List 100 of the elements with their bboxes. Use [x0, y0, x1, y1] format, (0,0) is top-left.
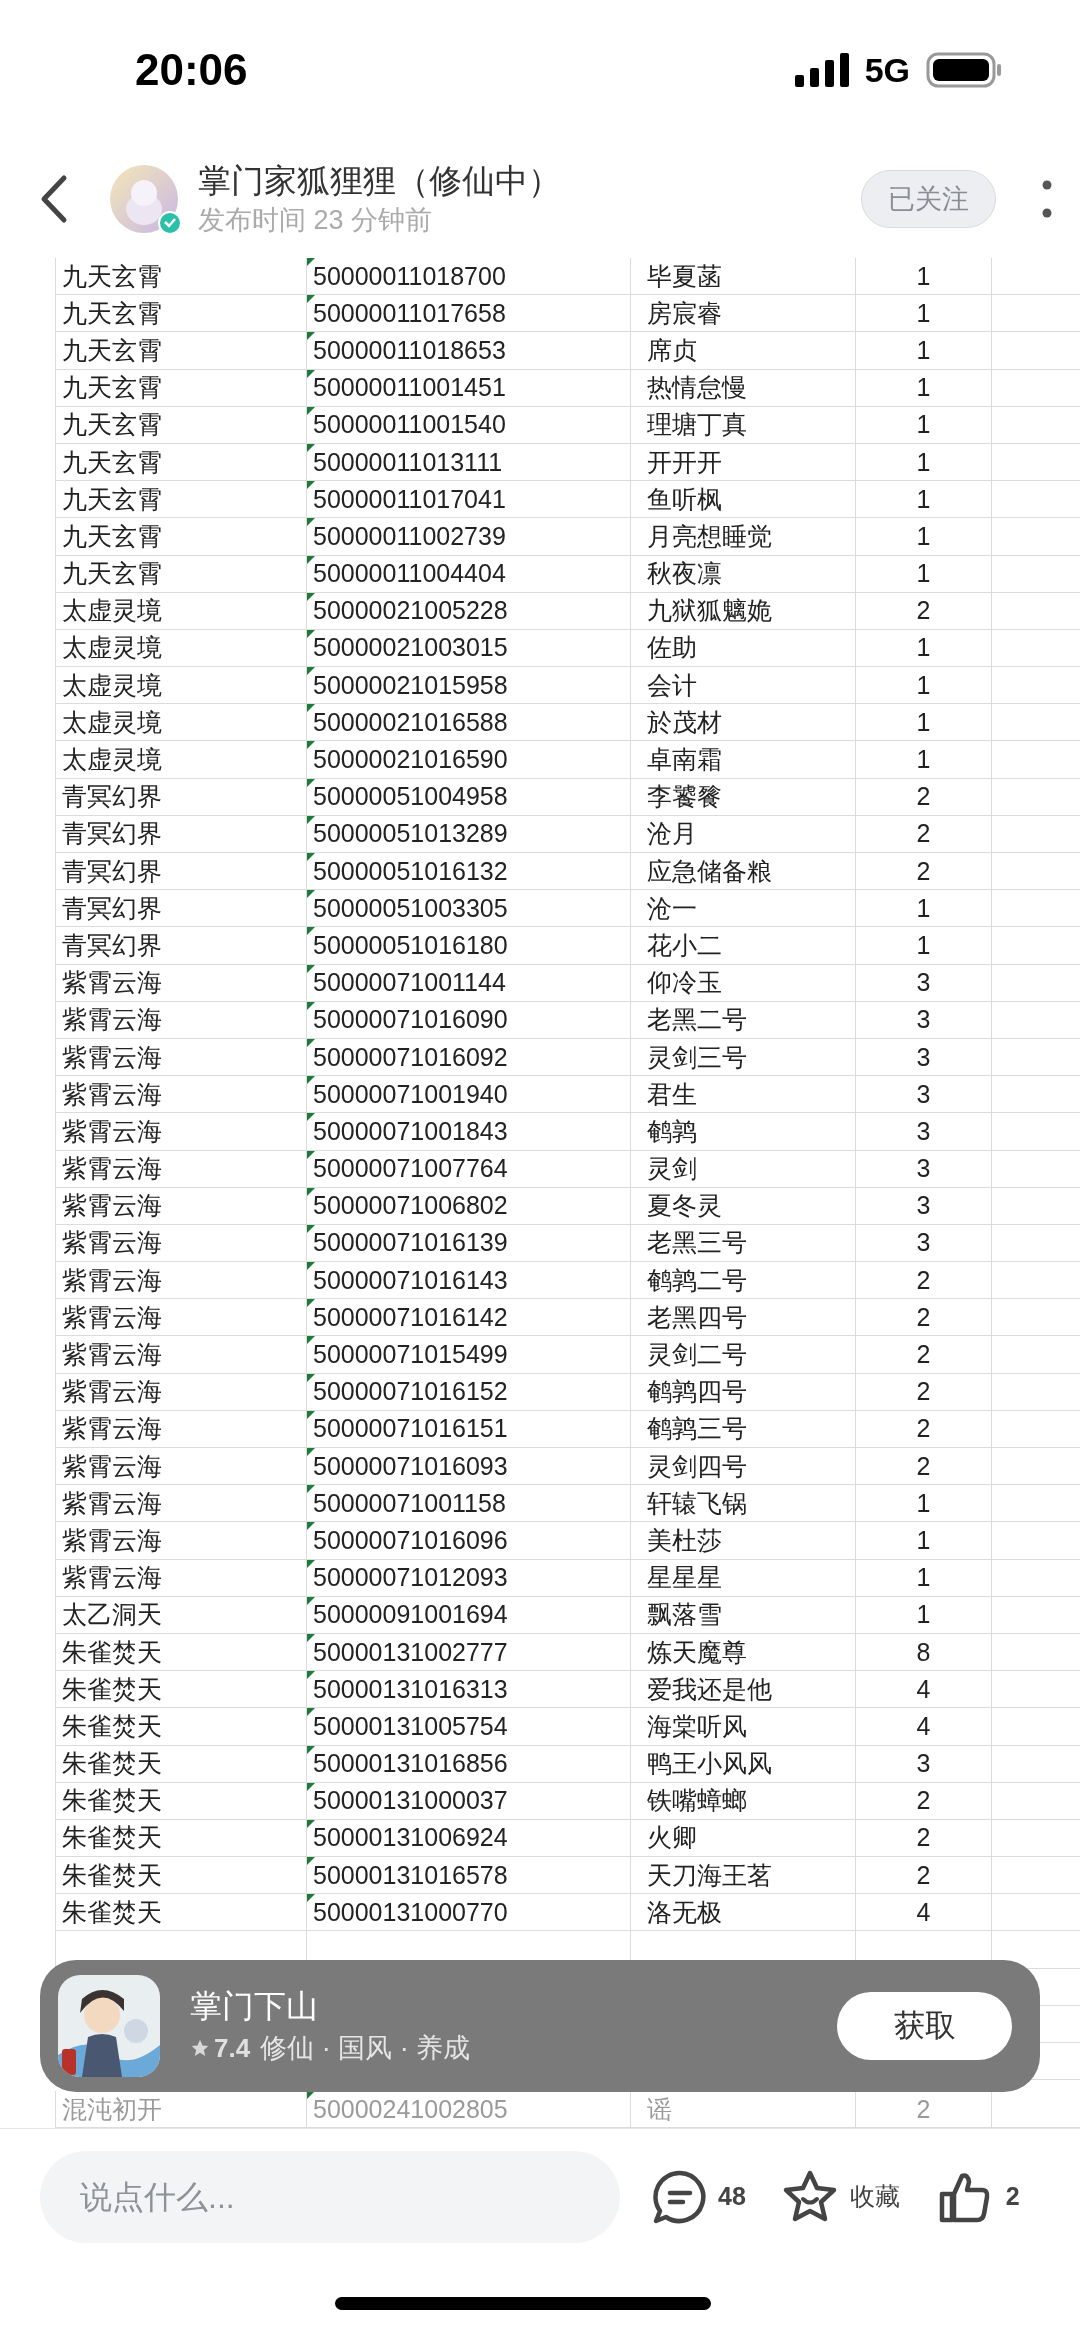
table-cell: 2 [916, 1304, 931, 1330]
table-cell: 於茂材 [647, 709, 722, 735]
table-cell: 灵剑二号 [647, 1342, 747, 1368]
comment-input[interactable]: 说点什么... [40, 2151, 620, 2243]
table-cell: 紫霄云海 [62, 1118, 162, 1144]
table-cell: 2 [916, 2096, 931, 2122]
corner-triangle-icon [307, 853, 315, 861]
corner-triangle-icon [307, 1373, 315, 1382]
table-cell: 君生 [647, 1081, 697, 1107]
get-button[interactable]: 获取 [837, 1992, 1012, 2060]
table-cell: 2 [916, 598, 931, 624]
table-cell: 紫霄云海 [62, 1081, 162, 1107]
table-cell: 热情怠慢 [647, 375, 747, 401]
table-cell: 50000071001940 [313, 1081, 508, 1107]
corner-triangle-icon [307, 1708, 315, 1717]
table-cell: 50000071016152 [313, 1379, 508, 1405]
table-cell: 紫霄云海 [62, 1490, 162, 1516]
corner-triangle-icon [307, 1150, 315, 1159]
table-cell: 50000071012093 [313, 1565, 508, 1591]
table-cell: 2 [916, 1862, 931, 1888]
table-cell: 50000131005754 [313, 1713, 508, 1739]
table-cell: 紫霄云海 [62, 1156, 162, 1182]
corner-triangle-icon [307, 1559, 315, 1568]
table-cell: 月亮想睡觉 [647, 523, 772, 549]
like-count: 2 [1005, 2181, 1020, 2213]
corner-triangle-icon [307, 667, 315, 676]
table-cell: 1 [916, 263, 931, 289]
table-cell: 夏冬灵 [647, 1193, 722, 1219]
table-cell: 50000011013111 [313, 449, 503, 475]
table-cell: 紫霄云海 [62, 1193, 162, 1219]
table-cell: 1 [916, 672, 931, 698]
table-cell: 50000131002777 [313, 1639, 508, 1665]
favorite-label: 收藏 [849, 2181, 900, 2213]
table-cell: 3 [916, 1230, 931, 1256]
table-cell: 会计 [647, 672, 697, 698]
table-cell: 1 [916, 932, 931, 958]
comment-count: 48 [718, 2181, 746, 2213]
signal-icon [794, 53, 849, 87]
table-cell: 3 [916, 970, 931, 996]
table-cell: 50000021016588 [313, 709, 508, 735]
table-cell: 鸭王小风风 [647, 1751, 772, 1777]
table-cell: 应急储备粮 [647, 858, 772, 884]
more-icon[interactable] [1042, 179, 1052, 219]
table-cell: 50000071016143 [313, 1267, 508, 1293]
corner-triangle-icon [307, 369, 315, 378]
table-cell: 50000051016132 [313, 858, 508, 884]
table-cell: 席贞 [647, 337, 697, 363]
corner-triangle-icon [307, 555, 315, 564]
app-name: 掌门下山 [190, 1986, 319, 2026]
table-cell: 3 [916, 1044, 931, 1070]
table-cell: 紫霄云海 [62, 1044, 162, 1070]
status-time: 20:06 [135, 44, 248, 96]
table-cell: 太虚灵境 [62, 747, 162, 773]
corner-triangle-icon [307, 443, 315, 452]
table-cell: 50000021015958 [313, 672, 508, 698]
table-cell: 1 [916, 1490, 931, 1516]
table-cell: 紫霄云海 [62, 970, 162, 996]
table-cell: 朱雀焚天 [62, 1899, 162, 1925]
table-cell: 50000071001144 [313, 970, 506, 996]
table-cell: 1 [916, 1527, 931, 1553]
table-cell: 50000051013289 [313, 821, 508, 847]
table-cell: 50000011001451 [313, 375, 506, 401]
table-cell: 1 [916, 523, 931, 549]
table-cell: 轩辕飞锅 [647, 1490, 747, 1516]
table-cell: 紫霄云海 [62, 1416, 162, 1442]
corner-triangle-icon [307, 1522, 315, 1531]
table-cell: 50000241002805 [313, 2096, 508, 2122]
table-cell: 50000011018653 [313, 337, 506, 363]
table-cell: 鹌鹑 [647, 1118, 697, 1144]
table-cell: 50000131000770 [313, 1899, 508, 1925]
author-name[interactable]: 掌门家狐狸狸（修仙中） [198, 160, 861, 202]
table-cell: 2 [916, 1453, 931, 1479]
comment-icon[interactable] [652, 2169, 708, 2225]
table-cell: 2 [916, 784, 931, 810]
table-cell: 老黑二号 [647, 1007, 747, 1033]
table-cell: 花小二 [647, 932, 722, 958]
corner-triangle-icon [307, 741, 315, 750]
table-cell: 紫霄云海 [62, 1527, 162, 1553]
corner-triangle-icon [307, 1224, 315, 1233]
table-cell: 3 [916, 1118, 931, 1144]
table-cell: 青冥幻界 [62, 858, 162, 884]
table-cell: 50000011002739 [313, 523, 506, 549]
verified-icon [158, 211, 182, 235]
table-cell: 朱雀焚天 [62, 1676, 162, 1702]
table-cell: 50000071016139 [313, 1230, 508, 1256]
corner-triangle-icon [307, 1894, 315, 1903]
thumbs-up-icon[interactable] [937, 2170, 992, 2224]
table-cell: 50000071007764 [313, 1156, 508, 1182]
table-cell: 50000131006924 [313, 1825, 508, 1851]
table-cell: 火卿 [647, 1825, 697, 1851]
table-cell: 50000071016092 [313, 1044, 508, 1070]
table-cell: 50000011017041 [313, 486, 506, 512]
table-cell: 灵剑四号 [647, 1453, 747, 1479]
network-label: 5G [864, 49, 910, 91]
table-cell: 紫霄云海 [62, 1342, 162, 1368]
table-cell: 3 [916, 1751, 931, 1777]
table-cell: 50000051003305 [313, 895, 508, 921]
table-cell: 50000021003015 [313, 635, 508, 661]
table-cell: 4 [916, 1676, 931, 1702]
corner-triangle-icon [307, 332, 315, 341]
